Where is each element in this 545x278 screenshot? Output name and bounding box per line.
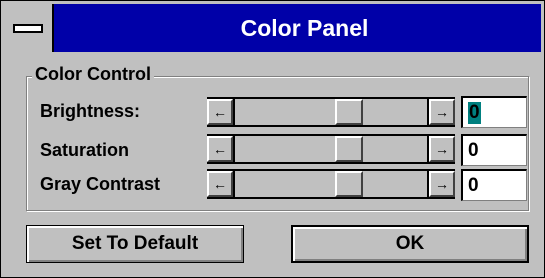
- ok-button[interactable]: OK: [291, 225, 529, 263]
- saturation-label: Saturation: [40, 140, 130, 160]
- system-menu-icon: [13, 23, 43, 33]
- color-panel-window: Color Panel Color Control Brightness: ← …: [0, 0, 545, 278]
- brightness-value: 0: [468, 101, 481, 124]
- gray-contrast-right-arrow-button[interactable]: →: [429, 171, 455, 197]
- brightness-right-arrow-button[interactable]: →: [429, 99, 455, 125]
- saturation-track[interactable]: [233, 136, 429, 162]
- saturation-scrollbar[interactable]: ← →: [207, 134, 455, 164]
- brightness-scrollbar[interactable]: ← →: [207, 97, 455, 127]
- saturation-thumb[interactable]: [335, 136, 363, 162]
- brightness-left-arrow-button[interactable]: ←: [207, 99, 233, 125]
- gray-contrast-track[interactable]: [233, 171, 429, 197]
- gray-contrast-value-field[interactable]: 0: [461, 169, 527, 201]
- left-arrow-icon: ←: [213, 176, 227, 192]
- gray-contrast-value: 0: [468, 174, 479, 196]
- left-arrow-icon: ←: [213, 104, 227, 120]
- title-bar: Color Panel: [4, 4, 541, 52]
- group-label: Color Control: [32, 64, 154, 85]
- gray-contrast-scrollbar[interactable]: ← →: [207, 169, 455, 199]
- brightness-thumb[interactable]: [335, 99, 363, 125]
- window-title: Color Panel: [240, 14, 369, 41]
- brightness-label: Brightness:: [40, 101, 141, 121]
- saturation-value-field[interactable]: 0: [461, 134, 527, 166]
- saturation-value: 0: [468, 139, 479, 161]
- gray-contrast-left-arrow-button[interactable]: ←: [207, 171, 233, 197]
- right-arrow-icon: →: [435, 104, 449, 120]
- right-arrow-icon: →: [435, 176, 449, 192]
- saturation-left-arrow-button[interactable]: ←: [207, 136, 233, 162]
- set-to-default-button[interactable]: Set To Default: [26, 225, 244, 263]
- gray-contrast-thumb[interactable]: [335, 171, 363, 197]
- saturation-right-arrow-button[interactable]: →: [429, 136, 455, 162]
- brightness-value-field[interactable]: 0: [461, 96, 527, 128]
- gray-contrast-label: Gray Contrast: [40, 174, 161, 194]
- brightness-track[interactable]: [233, 99, 429, 125]
- left-arrow-icon: ←: [213, 141, 227, 157]
- right-arrow-icon: →: [435, 141, 449, 157]
- system-menu-button[interactable]: [4, 4, 54, 52]
- window-title-area: Color Panel: [54, 4, 541, 52]
